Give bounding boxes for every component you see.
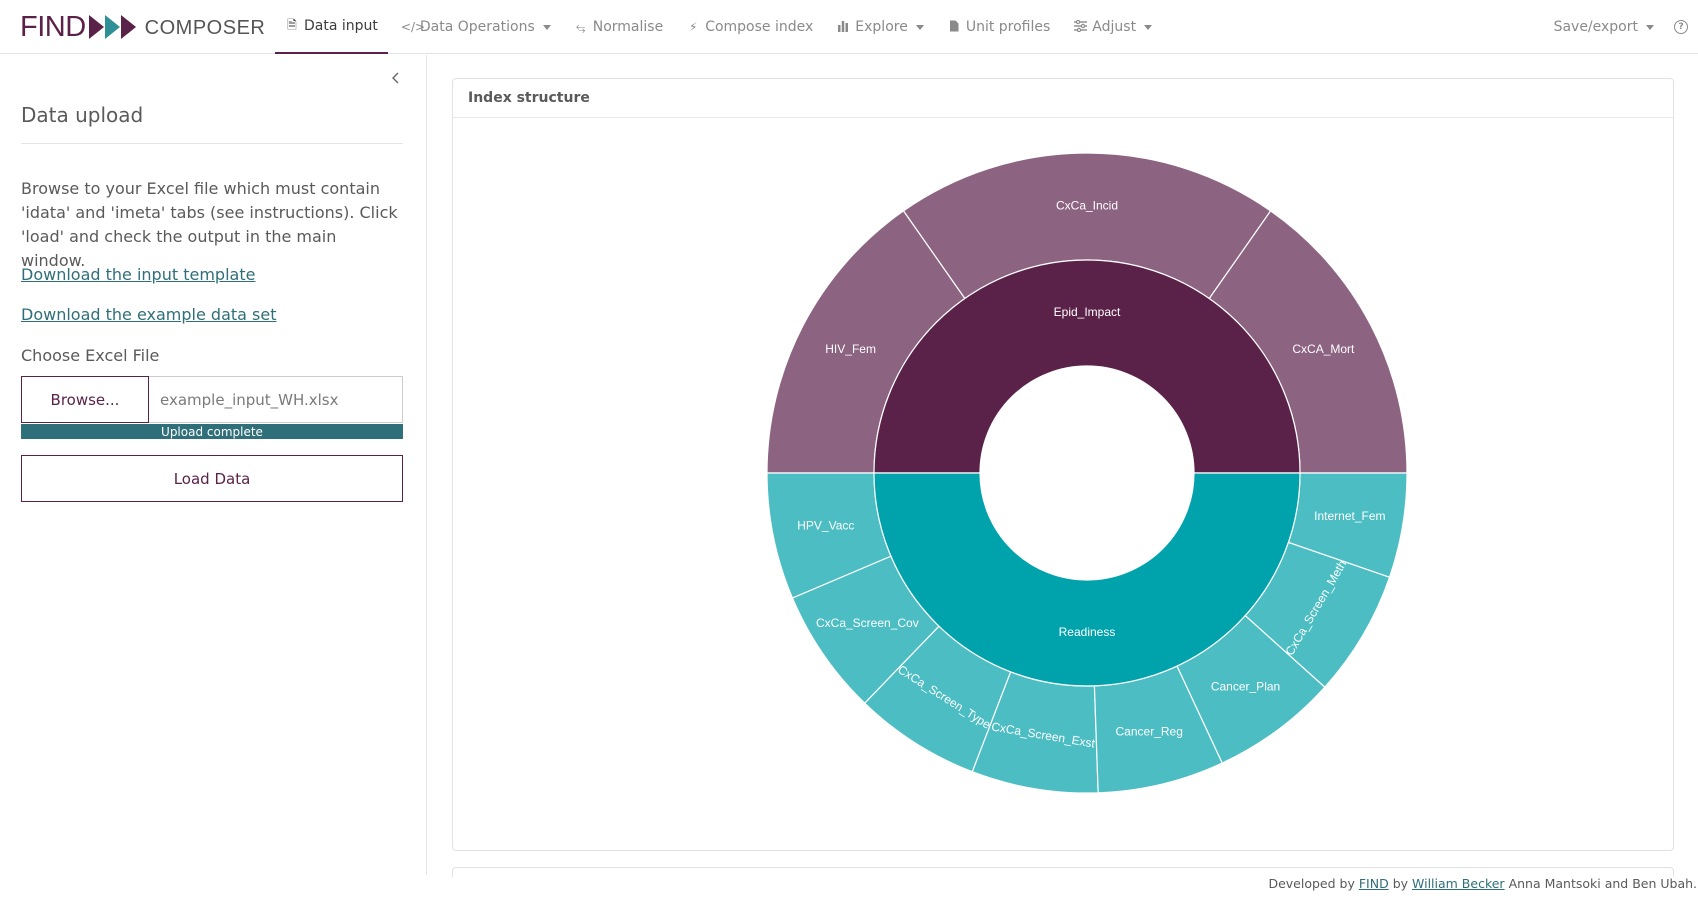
footer: Developed by FIND by William Becker Anna… bbox=[1268, 876, 1697, 891]
main-nav: 🗎 Data input </> Data Operations ⥃ Norma… bbox=[275, 0, 1165, 54]
compress-icon: ⥃ bbox=[575, 19, 586, 34]
file-input-label: Choose Excel File bbox=[21, 346, 160, 365]
sunburst-label-cxca-mort: CxCA_Mort bbox=[1292, 342, 1355, 356]
tab-data-operations[interactable]: </> Data Operations bbox=[391, 0, 561, 54]
brand-find: FIND bbox=[20, 10, 86, 43]
find-link[interactable]: FIND bbox=[1359, 876, 1389, 891]
code-icon: </> bbox=[400, 20, 426, 34]
sunburst-label-cxca-screen-cov: CxCa_Screen_Cov bbox=[816, 616, 919, 630]
sunburst-label-cancer-reg: Cancer_Reg bbox=[1116, 724, 1183, 738]
tab-label: Explore bbox=[855, 19, 908, 35]
sidebar-title: Data upload bbox=[21, 103, 144, 127]
sunburst-label-hiv-fem: HIV_Fem bbox=[825, 342, 876, 356]
tab-normalise[interactable]: ⥃ Normalise bbox=[564, 0, 673, 54]
upload-progress-bar: Upload complete bbox=[21, 424, 403, 439]
card-title: Index structure bbox=[453, 79, 1673, 118]
help-icon[interactable]: ? bbox=[1674, 20, 1688, 34]
file-input: Browse... example_input_WH.xlsx bbox=[21, 376, 403, 423]
caret-down-icon bbox=[542, 24, 551, 30]
tab-explore[interactable]: Explore bbox=[826, 0, 934, 54]
sunburst-label-cancer-plan: Cancer_Plan bbox=[1211, 679, 1280, 693]
brand-arrows-icon bbox=[88, 15, 137, 39]
tab-adjust[interactable]: Adjust bbox=[1063, 0, 1162, 54]
author-link[interactable]: William Becker bbox=[1412, 876, 1505, 891]
caret-down-icon bbox=[1646, 24, 1654, 30]
sidebar: Data upload Browse to your Excel file wh… bbox=[0, 55, 427, 875]
file-import-icon: 🗎 bbox=[287, 17, 297, 32]
footer-by: by bbox=[1392, 876, 1409, 891]
brand-logo[interactable]: FIND COMPOSER bbox=[20, 10, 265, 44]
browse-button[interactable]: Browse... bbox=[21, 376, 149, 423]
file-name-field[interactable]: example_input_WH.xlsx bbox=[149, 377, 402, 422]
bar-chart-icon bbox=[836, 20, 850, 35]
tab-data-input[interactable]: 🗎 Data input bbox=[275, 0, 388, 54]
tab-unit-profiles[interactable]: Unit profiles bbox=[937, 0, 1060, 54]
tab-label: Unit profiles bbox=[965, 19, 1051, 35]
caret-down-icon bbox=[1144, 24, 1153, 30]
tab-label: Data input bbox=[304, 18, 378, 34]
tab-label: Compose index bbox=[705, 19, 814, 35]
sunburst-label-hpv-vacc: HPV_Vacc bbox=[797, 518, 854, 532]
tab-label: Data Operations bbox=[419, 19, 535, 35]
navbar: FIND COMPOSER 🗎 Data input </> Data Oper… bbox=[0, 0, 1698, 54]
download-template-link[interactable]: Download the input template bbox=[21, 265, 255, 284]
save-export-menu[interactable]: Save/export bbox=[1554, 19, 1654, 35]
download-example-link[interactable]: Download the example data set bbox=[21, 305, 277, 324]
tab-compose-index[interactable]: ⚡ Compose index bbox=[676, 0, 823, 54]
save-export-label: Save/export bbox=[1553, 19, 1638, 35]
caret-down-icon bbox=[915, 24, 924, 30]
tab-label: Adjust bbox=[1092, 19, 1137, 35]
brand-composer: COMPOSER bbox=[144, 16, 266, 39]
file-icon bbox=[947, 20, 961, 35]
upload-instructions: Browse to your Excel file which must con… bbox=[21, 179, 398, 270]
bolt-icon: ⚡ bbox=[688, 20, 698, 34]
sunburst-chart[interactable]: Epid_Impact Readiness CxCA_Mort CxCa_Incid H… bbox=[452, 118, 1674, 808]
load-data-button[interactable]: Load Data bbox=[21, 455, 403, 502]
divider bbox=[21, 143, 403, 144]
sliders-icon bbox=[1073, 19, 1087, 35]
sunburst-label-internet-fem: Internet_Fem bbox=[1314, 509, 1385, 523]
sunburst-label-readiness: Readiness bbox=[1059, 625, 1116, 639]
footer-prefix: Developed by bbox=[1268, 876, 1355, 891]
sunburst-label-epid-impact: Epid_Impact bbox=[1054, 305, 1121, 319]
progress-label: Upload complete bbox=[161, 424, 263, 439]
sunburst-label-cxca-incid: CxCa_Incid bbox=[1056, 199, 1118, 213]
chevron-left-icon[interactable] bbox=[389, 71, 403, 85]
tab-label: Normalise bbox=[592, 19, 664, 35]
footer-rest: Anna Mantsoki and Ben Ubah. bbox=[1508, 876, 1697, 891]
